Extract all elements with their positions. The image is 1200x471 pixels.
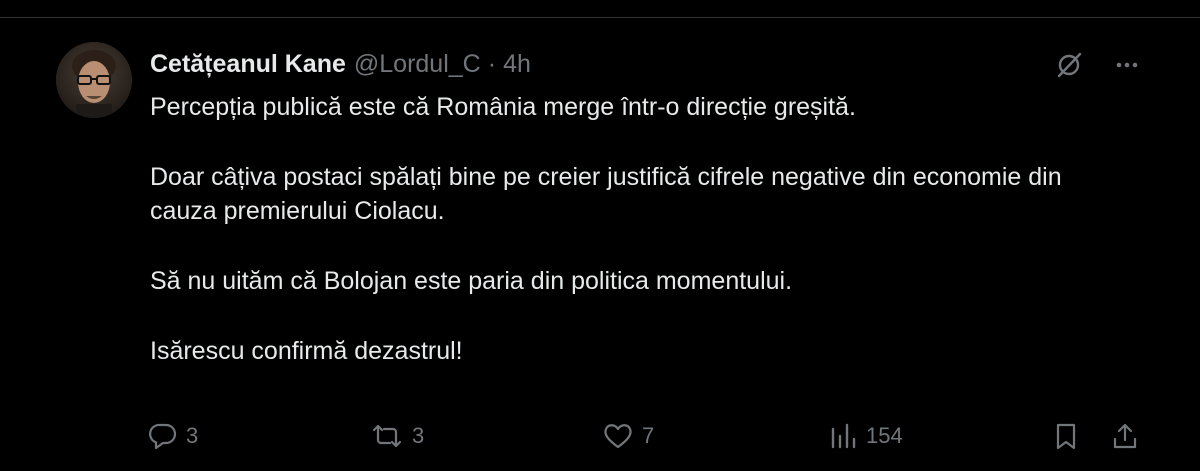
grok-slash-icon[interactable] bbox=[1052, 48, 1086, 82]
tweet-paragraph: Isărescu confirmă dezastrul! bbox=[150, 337, 463, 365]
reply-count: 3 bbox=[186, 423, 199, 448]
tweet-action-bar: 3 3 7 154 bbox=[148, 416, 1144, 456]
display-name[interactable]: Cetățeanul Kane bbox=[150, 50, 346, 79]
previous-tweet-divider bbox=[0, 0, 1200, 18]
share-icon bbox=[1113, 423, 1137, 449]
views-button[interactable]: 154 bbox=[828, 416, 903, 456]
views-icon bbox=[831, 423, 856, 449]
bookmark-icon bbox=[1056, 423, 1076, 450]
share-button[interactable] bbox=[1110, 416, 1140, 456]
tweet-text: Percepția publică este că România merge … bbox=[150, 90, 1110, 404]
tweet-top-actions bbox=[1052, 48, 1144, 82]
user-handle[interactable]: @Lordul_C bbox=[354, 50, 481, 79]
tweet-header: Cetățeanul Kane @Lordul_C · 4h bbox=[150, 46, 531, 82]
reply-button[interactable]: 3 bbox=[148, 416, 198, 456]
tweet[interactable]: Cetățeanul Kane @Lordul_C · 4h Percepția… bbox=[0, 18, 1200, 471]
repost-icon bbox=[372, 424, 402, 448]
bookmark-button[interactable] bbox=[1052, 416, 1080, 456]
like-button[interactable]: 7 bbox=[602, 416, 654, 456]
repost-count: 3 bbox=[412, 423, 425, 448]
like-icon bbox=[604, 424, 632, 449]
separator: · bbox=[487, 49, 497, 78]
more-icon[interactable] bbox=[1110, 48, 1144, 82]
avatar[interactable] bbox=[56, 42, 132, 118]
tweet-paragraph: Doar câțiva postaci spălați bine pe crei… bbox=[150, 163, 1062, 225]
timestamp[interactable]: 4h bbox=[503, 50, 531, 79]
tweet-paragraph: Să nu uităm că Bolojan este paria din po… bbox=[150, 267, 793, 295]
repost-button[interactable]: 3 bbox=[370, 416, 424, 456]
views-count: 154 bbox=[866, 423, 903, 448]
tweet-paragraph: Percepția publică este că România merge … bbox=[150, 93, 856, 121]
reply-icon bbox=[149, 423, 177, 450]
like-count: 7 bbox=[642, 423, 655, 448]
